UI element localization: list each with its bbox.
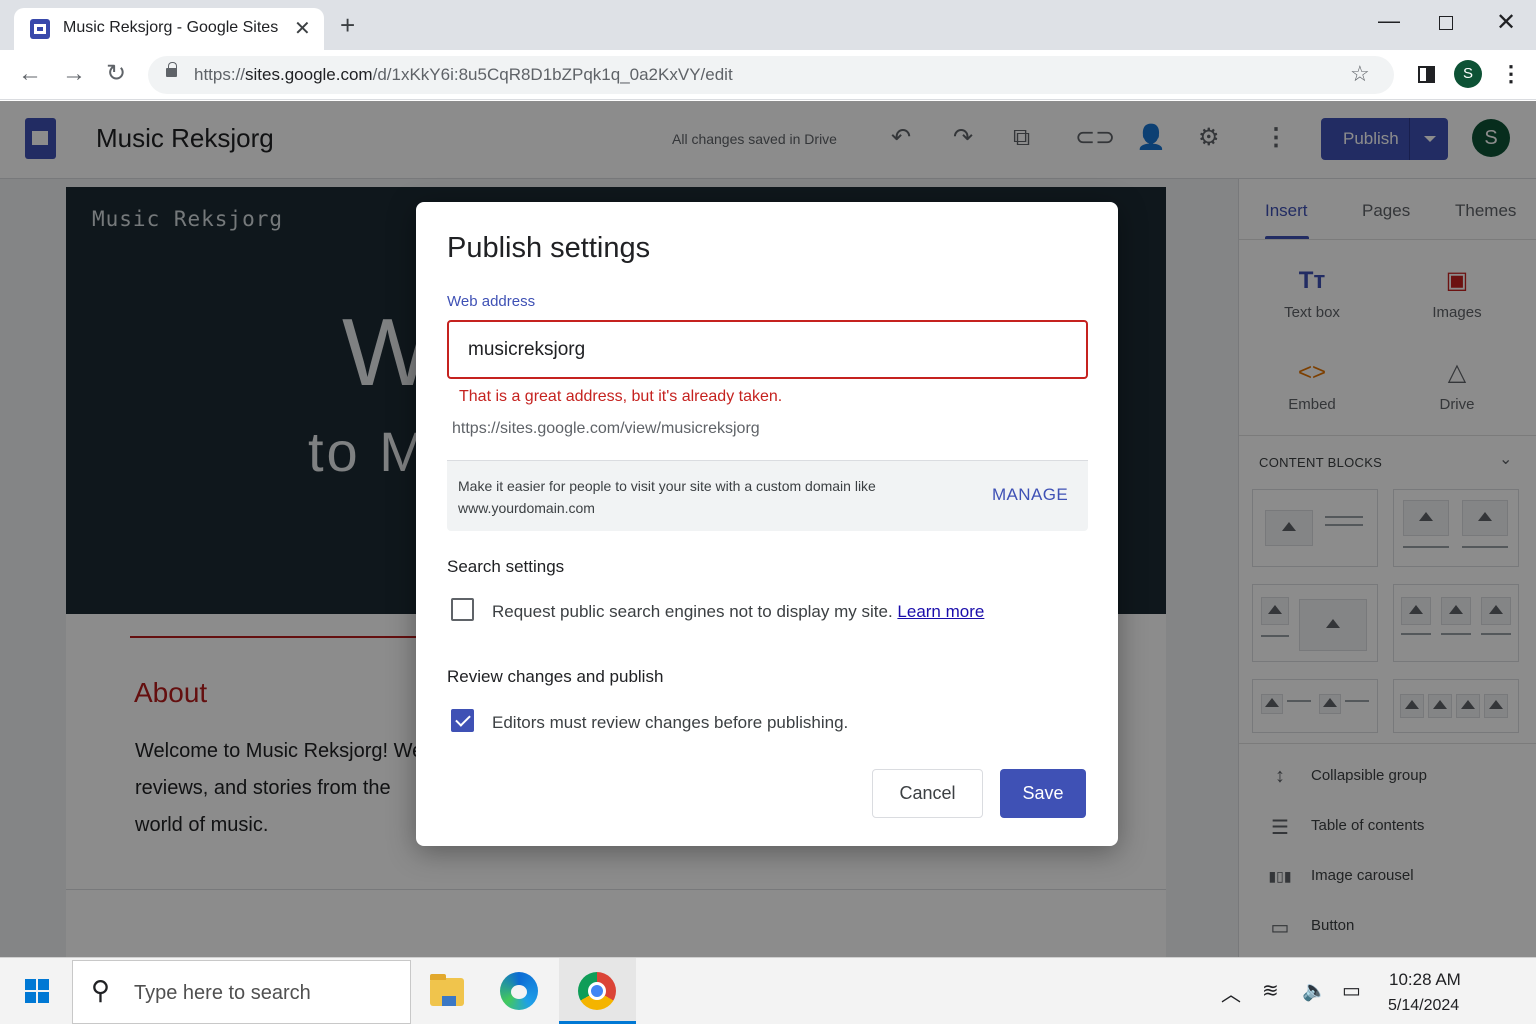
save-button[interactable]: Save: [1000, 769, 1086, 818]
windows-start-icon[interactable]: [25, 979, 50, 1004]
edge-browser-icon[interactable]: [500, 972, 538, 1010]
search-engine-checkbox[interactable]: [451, 598, 474, 621]
forward-arrow-icon[interactable]: →: [62, 60, 86, 88]
window-close-button[interactable]: ✕: [1496, 8, 1516, 37]
battery-icon[interactable]: ▭: [1342, 978, 1361, 1003]
taskbar-search-box[interactable]: ⚲ Type here to search: [72, 960, 411, 1024]
search-settings-title: Search settings: [447, 557, 565, 576]
review-changes-checkbox-label[interactable]: Editors must review changes before publi…: [492, 713, 848, 733]
taskbar-date[interactable]: 5/14/2024: [1388, 997, 1459, 1015]
review-changes-checkbox[interactable]: [451, 709, 474, 732]
wifi-icon[interactable]: ≋: [1262, 978, 1279, 1003]
url-text[interactable]: https://sites.google.com/d/1xKkY6i:8u5Cq…: [194, 65, 733, 85]
browser-tabstrip: Music Reksjorg - Google Sites ✕ + — ✕: [0, 0, 1536, 50]
browser-toolbar: ← → ↻ https://sites.google.com/d/1xKkY6i…: [0, 50, 1536, 100]
address-bar[interactable]: https://sites.google.com/d/1xKkY6i:8u5Cq…: [148, 56, 1394, 94]
taskbar-search-placeholder: Type here to search: [134, 982, 311, 1004]
browser-tab-active[interactable]: Music Reksjorg - Google Sites ✕: [14, 8, 324, 50]
show-hidden-icons-chevron-icon[interactable]: ︿: [1221, 978, 1241, 1007]
chrome-browser-icon[interactable]: [578, 972, 616, 1010]
tab-title: Music Reksjorg - Google Sites: [63, 19, 279, 36]
new-tab-button[interactable]: +: [340, 12, 355, 38]
custom-domain-box: Make it easier for people to visit your …: [447, 460, 1088, 531]
tab-close-icon[interactable]: ✕: [294, 16, 311, 41]
learn-more-link[interactable]: Learn more: [897, 602, 984, 621]
back-arrow-icon[interactable]: ←: [18, 60, 42, 88]
manage-domain-button[interactable]: MANAGE: [992, 485, 1068, 505]
bookmark-star-icon[interactable]: ☆: [1350, 61, 1370, 87]
window-maximize-button[interactable]: [1439, 16, 1453, 30]
address-error-message: That is a great address, but it's alread…: [459, 388, 783, 405]
windows-taskbar: ⚲ Type here to search ︿ ≋ 🔈 ▭ 10:28 AM 5…: [0, 957, 1536, 1024]
search-engine-checkbox-label[interactable]: Request public search engines not to dis…: [492, 602, 984, 622]
profile-avatar[interactable]: S: [1454, 60, 1482, 88]
file-explorer-icon[interactable]: [430, 974, 464, 1006]
review-changes-title: Review changes and publish: [447, 667, 664, 686]
browser-menu-icon[interactable]: ⋮: [1500, 59, 1522, 89]
web-address-input[interactable]: [447, 320, 1088, 379]
site-preview-url: https://sites.google.com/view/musicreksj…: [452, 420, 760, 437]
custom-domain-text: Make it easier for people to visit your …: [458, 478, 876, 516]
dialog-title: Publish settings: [447, 232, 651, 264]
search-icon: ⚲: [91, 975, 111, 1005]
taskbar-time[interactable]: 10:28 AM: [1389, 970, 1461, 990]
side-panel-icon[interactable]: [1418, 66, 1435, 83]
reload-icon[interactable]: ↻: [106, 60, 126, 88]
volume-icon[interactable]: 🔈: [1302, 978, 1327, 1003]
google-sites-favicon-icon: [30, 19, 50, 39]
publish-settings-dialog: Publish settings Web address That is a g…: [416, 202, 1118, 846]
lock-icon: [166, 62, 177, 77]
window-minimize-button[interactable]: —: [1378, 8, 1400, 34]
cancel-button[interactable]: Cancel: [872, 769, 983, 818]
web-address-label: Web address: [447, 293, 536, 310]
